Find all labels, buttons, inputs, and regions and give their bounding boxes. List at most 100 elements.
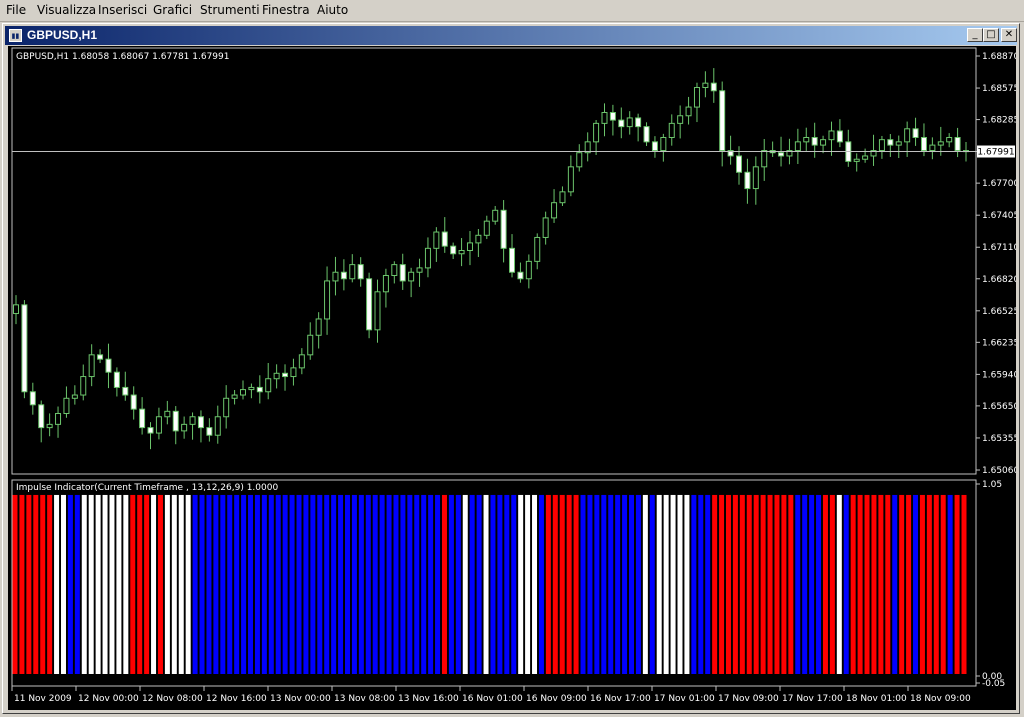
impulse-bar (331, 494, 337, 674)
impulse-bar (234, 494, 240, 674)
price-panel-frame (11, 47, 977, 475)
candle-body-bull (290, 367, 297, 378)
impulse-bar (511, 494, 517, 674)
chart-canvas[interactable]: 1.68870 1.68575 1.68285 1.67700 1.67405 1.671… (8, 46, 1019, 710)
impulse-bar (185, 494, 191, 674)
candle-body-bear (635, 117, 642, 128)
candle-body-bull (155, 416, 162, 434)
impulse-bar (615, 494, 621, 674)
menu-file[interactable]: File (6, 3, 26, 18)
time-tick-label: 16 Nov 09:00 (526, 694, 587, 704)
impulse-bar (781, 494, 787, 674)
candle-body-bull (332, 271, 339, 282)
impulse-bar (622, 494, 628, 674)
chart-area[interactable]: 1.68870 1.68575 1.68285 1.67700 1.67405 1.671… (8, 46, 1019, 710)
close-icon: ✕ (1004, 29, 1014, 40)
impulse-bar (227, 494, 233, 674)
time-tick-label: 12 Nov 08:00 (142, 694, 203, 704)
impulse-bar (254, 494, 260, 674)
impulse-bar (878, 494, 884, 674)
candle-body-bull (483, 220, 490, 236)
impulse-bar (552, 494, 558, 674)
candle-body-bull (55, 412, 62, 425)
menu-finestra[interactable]: Finestra (262, 3, 310, 18)
candle-body-bull (803, 136, 810, 143)
candle-body-bear (517, 271, 524, 280)
menu-strumenti[interactable]: Strumenti (200, 3, 260, 18)
time-tick-label: 17 Nov 01:00 (654, 694, 715, 704)
candle-body-bull (424, 247, 431, 269)
impulse-bar (248, 494, 254, 674)
menu-inserisci[interactable]: Inserisci (98, 3, 147, 18)
impulse-bar (407, 494, 413, 674)
candle-body-bull (668, 122, 675, 138)
candle-body-bear (38, 404, 45, 429)
impulse-bar (282, 494, 288, 674)
menu-visualizza[interactable]: Visualizza (37, 3, 96, 18)
candle-body-bull (761, 150, 768, 168)
impulse-bar (809, 494, 815, 674)
impulse-bar (767, 494, 773, 674)
window-titlebar[interactable]: ▮▮ GBPUSD,H1 _ □ ✕ (5, 26, 1017, 45)
impulse-bar (760, 494, 766, 674)
time-tick-label: 12 Nov 16:00 (206, 694, 267, 704)
candle-body-bull (752, 166, 759, 190)
chart-window-icon: ▮▮ (9, 29, 22, 42)
impulse-bar (629, 494, 635, 674)
impulse-bar (926, 494, 932, 674)
impulse-bar (393, 494, 399, 674)
impulse-bar (892, 494, 898, 674)
candle-body-bear (651, 141, 658, 152)
impulse-bar (518, 494, 524, 674)
candle-body-bear (147, 427, 154, 434)
minimize-button[interactable]: _ (967, 28, 983, 42)
impulse-bar (296, 494, 302, 674)
impulse-bar (670, 494, 676, 674)
impulse-bar (54, 494, 60, 674)
impulse-bar (545, 494, 551, 674)
candle-body-bull (374, 291, 381, 331)
time-tick-label: 17 Nov 17:00 (782, 694, 843, 704)
candle-body-bear (450, 245, 457, 255)
impulse-bar (608, 494, 614, 674)
candle-body-bull (391, 264, 398, 276)
window-title: GBPUSD,H1 (27, 28, 98, 42)
candle-body-bull (307, 334, 314, 356)
impulse-bar (497, 494, 503, 674)
candle-body-bull (63, 397, 70, 414)
impulse-bar (47, 494, 53, 674)
candle-body-bear (357, 264, 364, 280)
candle-body-bull (693, 87, 700, 108)
menu-grafici[interactable]: Grafici (153, 3, 192, 18)
impulse-bar (587, 494, 593, 674)
impulse-bar (275, 494, 281, 674)
impulse-bar (566, 494, 572, 674)
impulse-bar (116, 494, 122, 674)
candle-body-bear (97, 354, 104, 360)
impulse-bar (933, 494, 939, 674)
impulse-bar (178, 494, 184, 674)
impulse-bar (192, 494, 198, 674)
impulse-bar (961, 494, 967, 674)
close-button[interactable]: ✕ (1001, 28, 1017, 42)
impulse-bar (469, 494, 475, 674)
impulse-bar (802, 494, 808, 674)
impulse-bar (642, 494, 648, 674)
impulse-bar (504, 494, 510, 674)
time-tick-label: 12 Nov 00:00 (78, 694, 139, 704)
maximize-button[interactable]: □ (983, 28, 999, 42)
impulse-bar (656, 494, 662, 674)
candle-body-bull (214, 416, 221, 436)
impulse-bar (144, 494, 150, 674)
candle-body-bull (416, 267, 423, 273)
candle-body-bull (324, 280, 331, 320)
current-price-label: 1.67991 (977, 148, 1014, 158)
menu-aiuto[interactable]: Aiuto (317, 3, 348, 18)
impulse-bar (663, 494, 669, 674)
time-tick-label: 16 Nov 17:00 (590, 694, 651, 704)
impulse-bar (857, 494, 863, 674)
maximize-icon: □ (986, 29, 996, 40)
impulse-bar (448, 494, 454, 674)
candle-body-bull (702, 82, 709, 89)
candle-body-bull (895, 141, 902, 146)
